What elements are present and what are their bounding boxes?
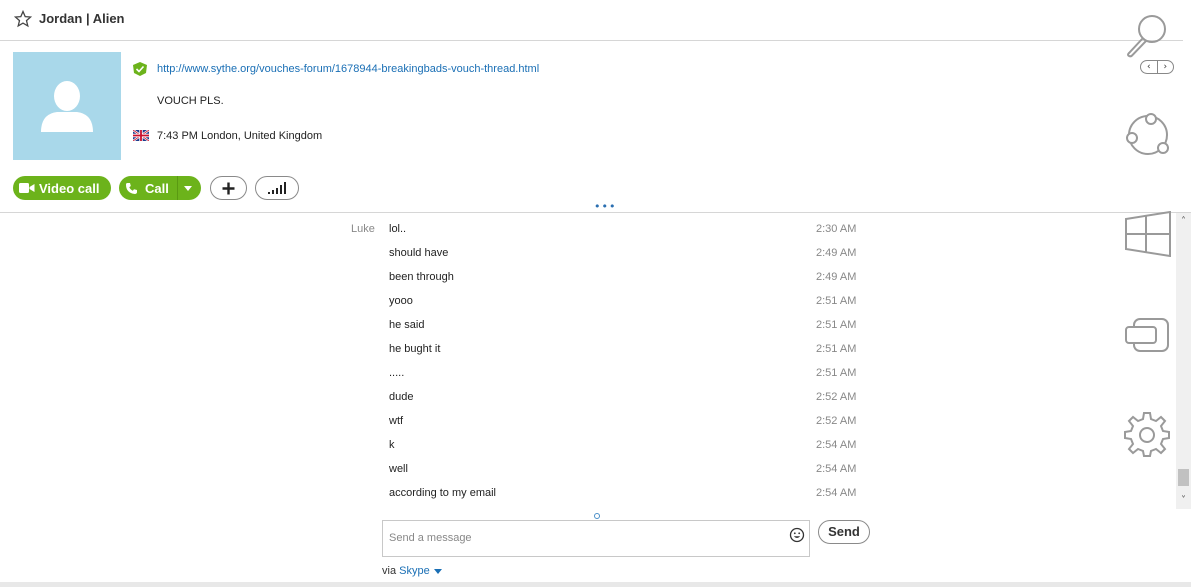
scroll-up-icon[interactable]: ˄ <box>1176 213 1191 230</box>
message-row: k 2:54 AM <box>0 439 1100 463</box>
history-nav[interactable]: ‹ › <box>1140 60 1174 74</box>
message-history: Luke lol.. 2:30 AM should have 2:49 AM been … <box>0 213 1176 509</box>
message-row: should have 2:49 AM <box>0 247 1100 271</box>
scroll-down-icon[interactable]: ˅ <box>1176 492 1191 509</box>
message-timestamp: 2:54 AM <box>816 463 857 475</box>
message-timestamp: 2:52 AM <box>816 415 857 427</box>
via-service[interactable]: Skype <box>399 565 430 577</box>
message-timestamp: 2:54 AM <box>816 439 857 451</box>
plus-icon <box>222 182 235 194</box>
message-text: well <box>389 463 408 475</box>
chevron-down-icon[interactable] <box>184 186 192 191</box>
message-text: yooo <box>389 295 413 307</box>
message-text: dude <box>389 391 414 403</box>
message-text: he bught it <box>389 343 441 355</box>
message-row: been through 2:49 AM <box>0 271 1100 295</box>
message-row: lol.. 2:30 AM <box>0 223 1100 247</box>
contact-name[interactable]: Jordan | Alien <box>39 11 125 26</box>
local-time: 7:43 PM London, United Kingdom <box>157 130 323 142</box>
message-timestamp: 2:49 AM <box>816 271 857 283</box>
message-row: he bught it 2:51 AM <box>0 343 1100 367</box>
message-timestamp: 2:51 AM <box>816 367 857 379</box>
send-button[interactable]: Send <box>818 520 870 544</box>
message-text: should have <box>389 247 449 259</box>
message-row: yooo 2:51 AM <box>0 295 1100 319</box>
via-selector[interactable]: via Skype <box>382 565 442 577</box>
message-text: he said <box>389 319 425 331</box>
via-label: via <box>382 565 397 577</box>
caret-down-icon[interactable] <box>433 568 442 574</box>
uk-flag-icon <box>133 130 149 141</box>
message-row: dude 2:52 AM <box>0 391 1100 415</box>
chevron-right-icon[interactable]: › <box>1158 61 1174 73</box>
window-bottom-edge <box>0 582 1191 587</box>
call-divider <box>177 176 178 200</box>
magnifier-icon[interactable] <box>1124 12 1172 58</box>
avatar[interactable] <box>13 52 121 160</box>
message-input[interactable] <box>389 525 779 551</box>
video-call-label: Video call <box>39 180 100 196</box>
message-text: wtf <box>389 415 404 427</box>
message-text: lol.. <box>389 223 407 235</box>
status-message: VOUCH PLS. <box>157 95 224 107</box>
message-timestamp: 2:51 AM <box>816 295 857 307</box>
message-text: k <box>389 439 395 451</box>
message-text: ..... <box>389 367 405 379</box>
phone-icon <box>126 182 137 194</box>
message-timestamp: 2:49 AM <box>816 247 857 259</box>
message-text: according to my email <box>389 487 496 499</box>
message-timestamp: 2:54 AM <box>816 487 857 499</box>
share-circle-icon[interactable] <box>1124 112 1174 160</box>
smiley-icon[interactable] <box>789 527 805 543</box>
message-composer[interactable] <box>382 520 810 557</box>
message-scrollbar[interactable]: ˄ ˅ <box>1176 213 1191 509</box>
message-timestamp: 2:30 AM <box>816 223 857 235</box>
loading-indicator <box>594 513 600 519</box>
call-label: Call <box>145 180 169 196</box>
resize-handle[interactable]: ••• <box>594 201 616 212</box>
video-call-button[interactable]: Video call <box>13 176 111 200</box>
message-timestamp: 2:52 AM <box>816 391 857 403</box>
video-camera-icon <box>19 183 35 193</box>
star-icon[interactable] <box>14 10 32 28</box>
message-row: well 2:54 AM <box>0 463 1100 487</box>
call-button[interactable]: Call <box>119 176 201 200</box>
mood-link[interactable]: http://www.sythe.org/vouches-forum/16789… <box>157 63 539 75</box>
message-row: he said 2:51 AM <box>0 319 1100 343</box>
signal-bars-icon <box>268 182 286 194</box>
chevron-left-icon[interactable]: ‹ <box>1141 61 1158 73</box>
conversation-header: Jordan | Alien <box>0 0 1183 41</box>
message-row: according to my email 2:54 AM <box>0 487 1100 509</box>
message-text: been through <box>389 271 454 283</box>
default-avatar-icon <box>41 81 93 132</box>
message-timestamp: 2:51 AM <box>816 343 857 355</box>
add-people-button[interactable] <box>210 176 247 200</box>
message-row: wtf 2:52 AM <box>0 415 1100 439</box>
message-row: ..... 2:51 AM <box>0 367 1100 391</box>
skype-status-icon <box>133 62 147 76</box>
message-timestamp: 2:51 AM <box>816 319 857 331</box>
call-quality-button[interactable] <box>255 176 299 200</box>
scrollbar-thumb[interactable] <box>1178 469 1189 486</box>
